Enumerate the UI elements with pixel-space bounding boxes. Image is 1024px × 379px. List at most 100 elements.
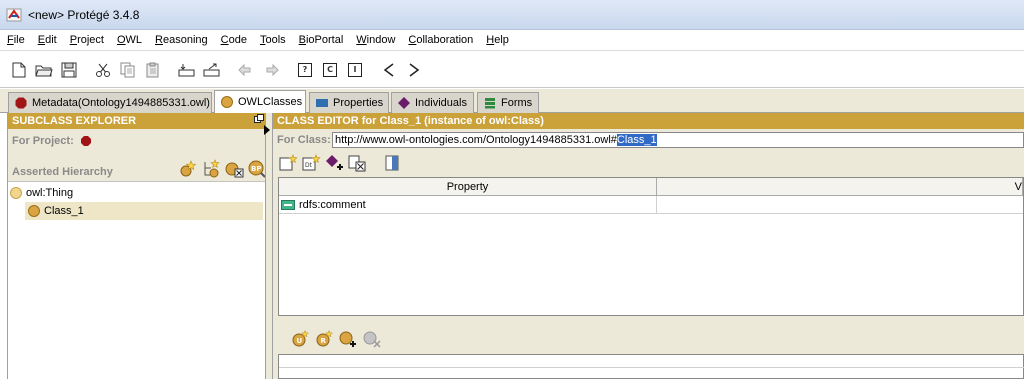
menu-bar: File Edit Project OWL Reasoning Code Tools BioP… [0,30,1024,51]
column-header-property[interactable]: Property [279,178,657,196]
value-cell[interactable] [657,196,1023,214]
annotation-property-table: Property V rdfs:comment [278,177,1024,316]
forward-arrow-icon[interactable] [403,59,425,81]
undo-icon[interactable] [235,59,257,81]
annotation-toolbar: Dt [279,154,406,172]
window-title: <new> Protégé 3.4.8 [28,7,140,22]
query-icon[interactable]: ? [294,59,316,81]
menu-tools[interactable]: Tools [259,32,287,48]
create-sibling-class-icon[interactable] [201,159,221,179]
instance-box-icon[interactable]: I [344,59,366,81]
cut-icon[interactable] [92,59,114,81]
create-subclass-icon[interactable] [178,159,198,179]
class-icon [28,205,40,217]
class-hierarchy-tree: owl:Thing Class_1 [8,181,265,379]
tree-node-label: Class_1 [44,205,84,217]
remove-class-disabled-icon[interactable] [363,330,381,348]
conditions-widget [278,354,1024,379]
hierarchy-toolbar: BP [178,159,270,179]
forms-icon [484,97,496,109]
class-uri-selected: Class_1 [616,134,657,146]
menu-edit[interactable]: Edit [37,32,58,48]
divider [279,367,1024,368]
title-bar: <new> Protégé 3.4.8 [0,0,1024,30]
for-class-label: For Class: [277,134,331,146]
menu-code[interactable]: Code [220,32,248,48]
tree-node-owl-thing[interactable]: owl:Thing [10,184,263,202]
bioportal-search-icon[interactable]: BP [247,159,267,179]
create-restriction-icon[interactable]: R [315,329,333,348]
class-box-icon[interactable]: C [319,59,341,81]
tab-individuals[interactable]: Individuals [391,92,474,113]
table-header: Property V [279,178,1023,196]
subclass-explorer-panel: SUBCLASS EXPLORER For Project: Asserted … [7,113,266,379]
owl-classes-icon [221,96,233,108]
menu-file[interactable]: File [6,32,26,48]
protege-logo-icon [6,7,22,23]
create-union-class-icon[interactable]: U [291,329,309,348]
properties-icon [316,97,328,109]
individuals-icon [398,97,410,109]
property-cell: rdfs:comment [279,196,657,214]
tab-bar: Metadata(Ontology1494885331.owl) OWLClas… [0,89,1024,113]
tab-forms[interactable]: Forms [477,92,539,113]
class-editor-header: CLASS EDITOR for Class_1 (instance of ow… [273,113,1024,129]
panel-splitter[interactable] [254,113,273,379]
annotation-property-icon [281,200,295,210]
create-datatype-annotation-icon[interactable]: Dt [302,154,322,172]
svg-text:U: U [297,337,303,345]
for-project-row: For Project: [12,135,91,147]
delete-class-icon[interactable] [224,159,244,179]
tab-label: Properties [333,97,384,109]
menu-owl[interactable]: OWL [116,32,143,48]
menu-help[interactable]: Help [485,32,510,48]
view-switch-icon[interactable] [383,154,403,172]
export-icon[interactable] [201,59,223,81]
insert-icon[interactable] [176,59,198,81]
tree-node-class-1[interactable]: Class_1 [25,202,263,220]
svg-text:R: R [321,337,327,345]
column-header-value[interactable]: V [657,178,1023,196]
tab-label: Forms [501,97,533,109]
menu-window[interactable]: Window [355,32,396,48]
tab-label: Metadata(Ontology1494885331.owl) [32,97,210,109]
svg-text:Dt: Dt [305,162,313,169]
project-icon [80,136,91,146]
delete-annotation-icon[interactable] [348,154,368,172]
main-toolbar: ? C I [0,52,1024,88]
menu-reasoning[interactable]: Reasoning [154,32,209,48]
add-named-class-icon[interactable] [339,330,357,348]
add-individual-icon[interactable] [325,154,345,172]
collapse-arrow-icon[interactable] [264,125,270,135]
paste-icon[interactable] [142,59,164,81]
menu-project[interactable]: Project [69,32,105,48]
table-row[interactable]: rdfs:comment [279,196,1023,214]
menu-bioportal[interactable]: BioPortal [298,32,345,48]
class-uri-prefix: http://www.owl-ontologies.com/Ontology14… [335,134,617,146]
tab-owlclasses[interactable]: OWLClasses [214,90,306,113]
protege-window: <new> Protégé 3.4.8 File Edit Project OWL Re… [0,0,1024,379]
tab-metadata[interactable]: Metadata(Ontology1494885331.owl) [8,92,212,113]
back-arrow-icon[interactable] [378,59,400,81]
class-uri-field[interactable]: http://www.owl-ontologies.com/Ontology14… [332,132,1024,148]
for-project-label: For Project: [12,135,74,147]
tab-properties[interactable]: Properties [309,92,389,113]
svg-text:BP: BP [251,165,261,173]
tab-label: OWLClasses [238,96,303,108]
asserted-hierarchy-label: Asserted Hierarchy [12,166,113,178]
metadata-icon [15,97,27,109]
new-file-icon[interactable] [8,59,30,81]
open-folder-icon[interactable] [33,59,55,81]
restriction-toolbar: U R [291,329,387,348]
property-name: rdfs:comment [299,199,366,211]
class-editor-panel: CLASS EDITOR for Class_1 (instance of ow… [273,113,1024,379]
tab-label: Individuals [415,97,467,109]
copy-icon[interactable] [117,59,139,81]
subclass-explorer-header: SUBCLASS EXPLORER [8,113,265,129]
maximize-icon[interactable] [254,114,264,124]
create-annotation-icon[interactable] [279,154,299,172]
save-icon[interactable] [58,59,80,81]
menu-collaboration[interactable]: Collaboration [407,32,474,48]
redo-icon[interactable] [260,59,282,81]
class-icon [10,187,22,199]
